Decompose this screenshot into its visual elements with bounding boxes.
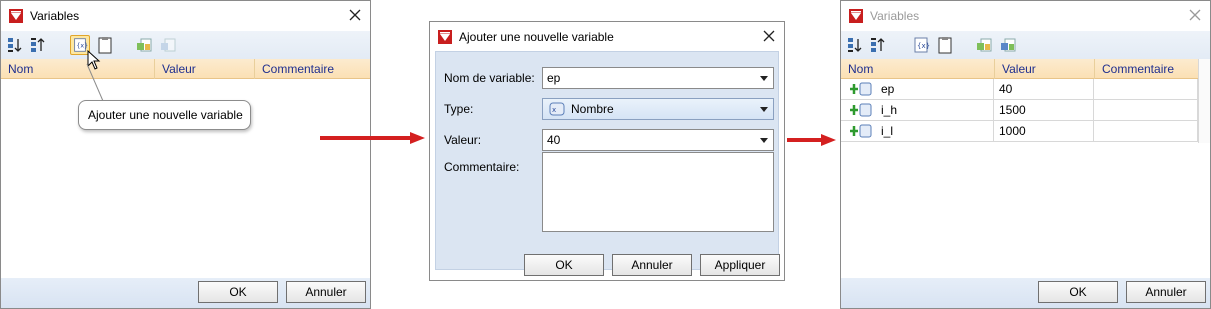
name-value: ep — [547, 71, 561, 85]
value-value: 40 — [547, 133, 561, 147]
app-icon — [9, 9, 23, 23]
dialog-footer: OK Annuler — [841, 278, 1210, 308]
column-commentaire[interactable]: Commentaire — [254, 59, 370, 79]
column-commentaire[interactable]: Commentaire — [1094, 59, 1198, 79]
import-variables-icon[interactable] — [975, 36, 993, 54]
tooltip-pointer — [86, 63, 104, 102]
clipboard-icon[interactable] — [936, 36, 954, 54]
dialog-title: Variables — [870, 9, 920, 23]
flow-arrow-1 — [320, 132, 425, 144]
variable-row-icon — [850, 82, 872, 96]
cell-name[interactable]: i_h — [876, 100, 994, 120]
app-icon — [849, 9, 863, 23]
value-combobox[interactable]: 40 — [542, 129, 774, 151]
sort-ascending-icon[interactable] — [847, 36, 865, 54]
variables-dialog-right: Variables {x} Nom Valeur Commentaire ep … — [840, 0, 1211, 309]
svg-text:{x}: {x} — [76, 43, 88, 50]
add-variable-icon[interactable]: {x} — [912, 36, 930, 54]
variable-form: Nom de variable: ep Type: x Nombre Valeu… — [435, 51, 779, 270]
close-icon[interactable] — [1186, 6, 1204, 24]
dialog-title: Variables — [30, 9, 80, 23]
number-type-icon: x — [549, 102, 565, 116]
toolbar: {x} — [841, 31, 1210, 59]
type-value: Nombre — [571, 102, 614, 116]
chevron-down-icon[interactable] — [760, 107, 768, 112]
close-icon[interactable] — [346, 6, 364, 24]
column-nom[interactable]: Nom — [1, 59, 154, 79]
cell-value[interactable]: 40 — [994, 79, 1094, 99]
cell-comment[interactable] — [1094, 121, 1198, 141]
variables-dialog-left: Variables {x} Nom Valeur Commentaire Ajo… — [0, 0, 371, 309]
cancel-button[interactable]: Annuler — [612, 254, 692, 276]
cell-name[interactable]: ep — [876, 79, 994, 99]
table-row[interactable]: i_l 1000 — [841, 121, 1198, 142]
svg-text:{x}: {x} — [917, 42, 930, 50]
export-variables-icon[interactable] — [159, 36, 177, 54]
comment-textarea[interactable] — [542, 152, 774, 232]
column-nom[interactable]: Nom — [841, 59, 994, 79]
tooltip: Ajouter une nouvelle variable — [78, 100, 251, 130]
table-row[interactable]: i_h 1500 — [841, 100, 1198, 121]
export-variables-icon[interactable] — [999, 36, 1017, 54]
sort-descending-icon[interactable] — [870, 36, 888, 54]
comment-label: Commentaire: — [444, 160, 520, 174]
toolbar: {x} — [1, 31, 370, 59]
sort-ascending-icon[interactable] — [7, 36, 25, 54]
variable-row-icon — [850, 124, 872, 138]
cancel-button[interactable]: Annuler — [286, 281, 366, 303]
sort-descending-icon[interactable] — [30, 36, 48, 54]
cell-comment[interactable] — [1094, 79, 1198, 99]
ok-button[interactable]: OK — [198, 281, 278, 303]
ok-button[interactable]: OK — [524, 254, 604, 276]
cell-value[interactable]: 1500 — [994, 100, 1094, 120]
import-variables-icon[interactable] — [135, 36, 153, 54]
title-bar: Ajouter une nouvelle variable — [430, 22, 784, 52]
title-bar: Variables — [841, 1, 1210, 31]
ok-button[interactable]: OK — [1038, 281, 1118, 303]
dialog-footer: OK Annuler — [1, 278, 370, 308]
app-icon — [438, 30, 452, 44]
svg-text:x: x — [552, 106, 556, 114]
name-combobox[interactable]: ep — [542, 67, 774, 89]
chevron-down-icon[interactable] — [760, 76, 768, 81]
table-row[interactable]: ep 40 — [841, 79, 1198, 100]
name-label: Nom de variable: — [444, 71, 535, 85]
column-header: Nom Valeur Commentaire — [841, 59, 1198, 79]
cancel-button[interactable]: Annuler — [1126, 281, 1206, 303]
cell-name[interactable]: i_l — [876, 121, 994, 141]
type-label: Type: — [444, 102, 474, 116]
column-header: Nom Valeur Commentaire — [1, 59, 370, 79]
variable-row-icon — [850, 103, 872, 117]
column-valeur[interactable]: Valeur — [994, 59, 1094, 79]
add-variable-dialog: Ajouter une nouvelle variable Nom de var… — [429, 21, 785, 281]
dialog-title: Ajouter une nouvelle variable — [459, 30, 614, 44]
chevron-down-icon[interactable] — [760, 138, 768, 143]
column-valeur[interactable]: Valeur — [154, 59, 254, 79]
type-combobox[interactable]: x Nombre — [542, 98, 774, 120]
cell-value[interactable]: 1000 — [994, 121, 1094, 141]
value-label: Valeur: — [444, 133, 482, 147]
vertical-scrollbar[interactable] — [1198, 59, 1210, 143]
cell-comment[interactable] — [1094, 100, 1198, 120]
apply-button[interactable]: Appliquer — [700, 254, 780, 276]
flow-arrow-2 — [787, 134, 836, 146]
title-bar: Variables — [1, 1, 370, 31]
close-icon[interactable] — [760, 27, 778, 45]
